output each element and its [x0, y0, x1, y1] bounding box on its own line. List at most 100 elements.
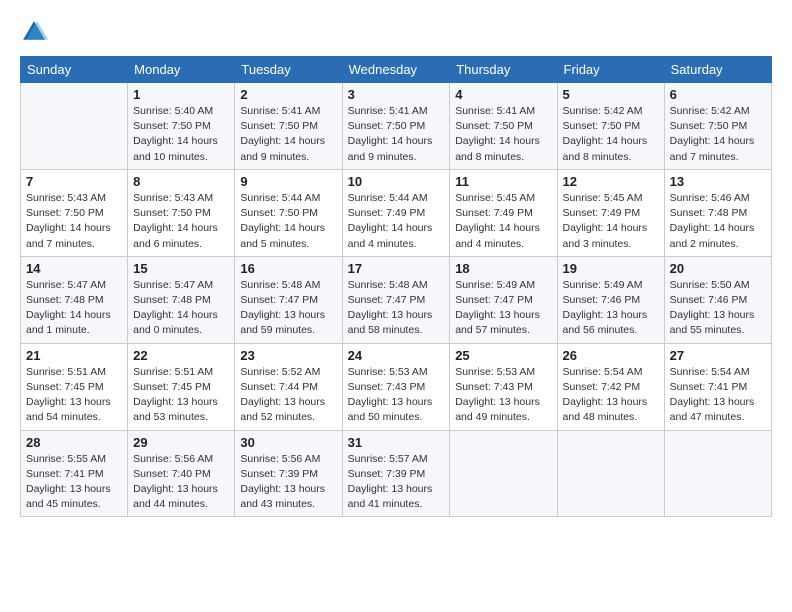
calendar-cell: 28Sunrise: 5:55 AMSunset: 7:41 PMDayligh… [21, 430, 128, 517]
calendar-cell [21, 83, 128, 170]
main-container: SundayMondayTuesdayWednesdayThursdayFrid… [0, 0, 792, 529]
day-number: 13 [670, 174, 766, 189]
day-number: 15 [133, 261, 229, 276]
day-number: 17 [348, 261, 445, 276]
calendar-cell: 2 Sunrise: 5:41 AMSunset: 7:50 PMDaylight… [235, 83, 342, 170]
dow-header-sunday: Sunday [21, 57, 128, 83]
calendar-week-5: 28Sunrise: 5:55 AMSunset: 7:41 PMDayligh… [21, 430, 772, 517]
calendar-cell: 12 Sunrise: 5:45 AMSunset: 7:49 PMDayligh… [557, 169, 664, 256]
calendar-week-4: 21Sunrise: 5:51 AMSunset: 7:45 PMDayligh… [21, 343, 772, 430]
calendar-cell: 19 Sunrise: 5:49 AMSunset: 7:46 PMDayligh… [557, 256, 664, 343]
day-number: 23 [240, 348, 336, 363]
day-info: Sunrise: 5:41 AMSunset: 7:50 PMDaylight:… [348, 104, 445, 165]
day-info: Sunrise: 5:49 AMSunset: 7:46 PMDaylight:… [563, 278, 659, 339]
dow-header-saturday: Saturday [664, 57, 771, 83]
dow-header-wednesday: Wednesday [342, 57, 450, 83]
day-info: Sunrise: 5:43 AMSunset: 7:50 PMDaylight:… [26, 191, 122, 252]
day-info: Sunrise: 5:48 AMSunset: 7:47 PMDaylight:… [240, 278, 336, 339]
calendar-cell: 17 Sunrise: 5:48 AMSunset: 7:47 PMDayligh… [342, 256, 450, 343]
dow-header-friday: Friday [557, 57, 664, 83]
day-info: Sunrise: 5:56 AMSunset: 7:40 PMDaylight:… [133, 452, 229, 513]
calendar-cell: 4 Sunrise: 5:41 AMSunset: 7:50 PMDaylight… [450, 83, 557, 170]
calendar-cell: 7 Sunrise: 5:43 AMSunset: 7:50 PMDaylight… [21, 169, 128, 256]
day-number: 12 [563, 174, 659, 189]
calendar-cell: 20 Sunrise: 5:50 AMSunset: 7:46 PMDayligh… [664, 256, 771, 343]
day-info: Sunrise: 5:57 AMSunset: 7:39 PMDaylight:… [348, 452, 445, 513]
day-info: Sunrise: 5:49 AMSunset: 7:47 PMDaylight:… [455, 278, 551, 339]
day-number: 4 [455, 87, 551, 102]
calendar-cell: 5 Sunrise: 5:42 AMSunset: 7:50 PMDaylight… [557, 83, 664, 170]
calendar-cell: 15 Sunrise: 5:47 AMSunset: 7:48 PMDayligh… [128, 256, 235, 343]
day-number: 5 [563, 87, 659, 102]
calendar-cell: 30 Sunrise: 5:56 AMSunset: 7:39 PMDayligh… [235, 430, 342, 517]
day-info: Sunrise: 5:40 AMSunset: 7:50 PMDaylight:… [133, 104, 229, 165]
logo [20, 18, 52, 46]
logo-icon [20, 18, 48, 46]
day-info: Sunrise: 5:47 AMSunset: 7:48 PMDaylight:… [133, 278, 229, 339]
calendar-cell: 10 Sunrise: 5:44 AMSunset: 7:49 PMDayligh… [342, 169, 450, 256]
day-info: Sunrise: 5:46 AMSunset: 7:48 PMDaylight:… [670, 191, 766, 252]
day-number: 1 [133, 87, 229, 102]
calendar-cell: 6 Sunrise: 5:42 AMSunset: 7:50 PMDaylight… [664, 83, 771, 170]
calendar-table: SundayMondayTuesdayWednesdayThursdayFrid… [20, 56, 772, 517]
day-info: Sunrise: 5:50 AMSunset: 7:46 PMDaylight:… [670, 278, 766, 339]
day-info: Sunrise: 5:51 AMSunset: 7:45 PMDaylight:… [133, 365, 229, 426]
day-info: Sunrise: 5:48 AMSunset: 7:47 PMDaylight:… [348, 278, 445, 339]
day-number: 3 [348, 87, 445, 102]
day-info: Sunrise: 5:53 AMSunset: 7:43 PMDaylight:… [348, 365, 445, 426]
day-number: 22 [133, 348, 229, 363]
day-info: Sunrise: 5:43 AMSunset: 7:50 PMDaylight:… [133, 191, 229, 252]
day-number: 7 [26, 174, 122, 189]
calendar-cell [664, 430, 771, 517]
day-number: 2 [240, 87, 336, 102]
calendar-week-3: 14Sunrise: 5:47 AMSunset: 7:48 PMDayligh… [21, 256, 772, 343]
dow-header-monday: Monday [128, 57, 235, 83]
calendar-week-2: 7 Sunrise: 5:43 AMSunset: 7:50 PMDaylight… [21, 169, 772, 256]
day-number: 27 [670, 348, 766, 363]
calendar-cell: 1 Sunrise: 5:40 AMSunset: 7:50 PMDaylight… [128, 83, 235, 170]
calendar-cell: 26 Sunrise: 5:54 AMSunset: 7:42 PMDayligh… [557, 343, 664, 430]
day-info: Sunrise: 5:45 AMSunset: 7:49 PMDaylight:… [563, 191, 659, 252]
day-info: Sunrise: 5:41 AMSunset: 7:50 PMDaylight:… [455, 104, 551, 165]
calendar-cell: 23 Sunrise: 5:52 AMSunset: 7:44 PMDayligh… [235, 343, 342, 430]
day-number: 6 [670, 87, 766, 102]
day-info: Sunrise: 5:52 AMSunset: 7:44 PMDaylight:… [240, 365, 336, 426]
day-number: 30 [240, 435, 336, 450]
day-info: Sunrise: 5:44 AMSunset: 7:50 PMDaylight:… [240, 191, 336, 252]
day-number: 20 [670, 261, 766, 276]
day-number: 19 [563, 261, 659, 276]
dow-header-tuesday: Tuesday [235, 57, 342, 83]
calendar-cell: 27Sunrise: 5:54 AMSunset: 7:41 PMDayligh… [664, 343, 771, 430]
day-number: 10 [348, 174, 445, 189]
calendar-cell: 25 Sunrise: 5:53 AMSunset: 7:43 PMDayligh… [450, 343, 557, 430]
day-info: Sunrise: 5:42 AMSunset: 7:50 PMDaylight:… [670, 104, 766, 165]
day-info: Sunrise: 5:55 AMSunset: 7:41 PMDaylight:… [26, 452, 122, 513]
day-info: Sunrise: 5:54 AMSunset: 7:42 PMDaylight:… [563, 365, 659, 426]
calendar-header: SundayMondayTuesdayWednesdayThursdayFrid… [21, 57, 772, 83]
calendar-cell: 29Sunrise: 5:56 AMSunset: 7:40 PMDayligh… [128, 430, 235, 517]
day-info: Sunrise: 5:41 AMSunset: 7:50 PMDaylight:… [240, 104, 336, 165]
dow-header-thursday: Thursday [450, 57, 557, 83]
day-number: 18 [455, 261, 551, 276]
day-info: Sunrise: 5:42 AMSunset: 7:50 PMDaylight:… [563, 104, 659, 165]
calendar-cell: 3 Sunrise: 5:41 AMSunset: 7:50 PMDaylight… [342, 83, 450, 170]
day-number: 24 [348, 348, 445, 363]
calendar-cell [557, 430, 664, 517]
calendar-cell: 21Sunrise: 5:51 AMSunset: 7:45 PMDayligh… [21, 343, 128, 430]
day-info: Sunrise: 5:53 AMSunset: 7:43 PMDaylight:… [455, 365, 551, 426]
day-number: 26 [563, 348, 659, 363]
calendar-cell: 24 Sunrise: 5:53 AMSunset: 7:43 PMDayligh… [342, 343, 450, 430]
calendar-cell: 18 Sunrise: 5:49 AMSunset: 7:47 PMDayligh… [450, 256, 557, 343]
calendar-cell: 9Sunrise: 5:44 AMSunset: 7:50 PMDaylight… [235, 169, 342, 256]
day-info: Sunrise: 5:56 AMSunset: 7:39 PMDaylight:… [240, 452, 336, 513]
calendar-cell: 8Sunrise: 5:43 AMSunset: 7:50 PMDaylight… [128, 169, 235, 256]
day-number: 11 [455, 174, 551, 189]
day-number: 25 [455, 348, 551, 363]
day-number: 16 [240, 261, 336, 276]
calendar-cell: 16 Sunrise: 5:48 AMSunset: 7:47 PMDayligh… [235, 256, 342, 343]
header [20, 18, 772, 46]
day-info: Sunrise: 5:44 AMSunset: 7:49 PMDaylight:… [348, 191, 445, 252]
calendar-cell: 11Sunrise: 5:45 AMSunset: 7:49 PMDayligh… [450, 169, 557, 256]
calendar-cell: 22 Sunrise: 5:51 AMSunset: 7:45 PMDayligh… [128, 343, 235, 430]
day-info: Sunrise: 5:51 AMSunset: 7:45 PMDaylight:… [26, 365, 122, 426]
